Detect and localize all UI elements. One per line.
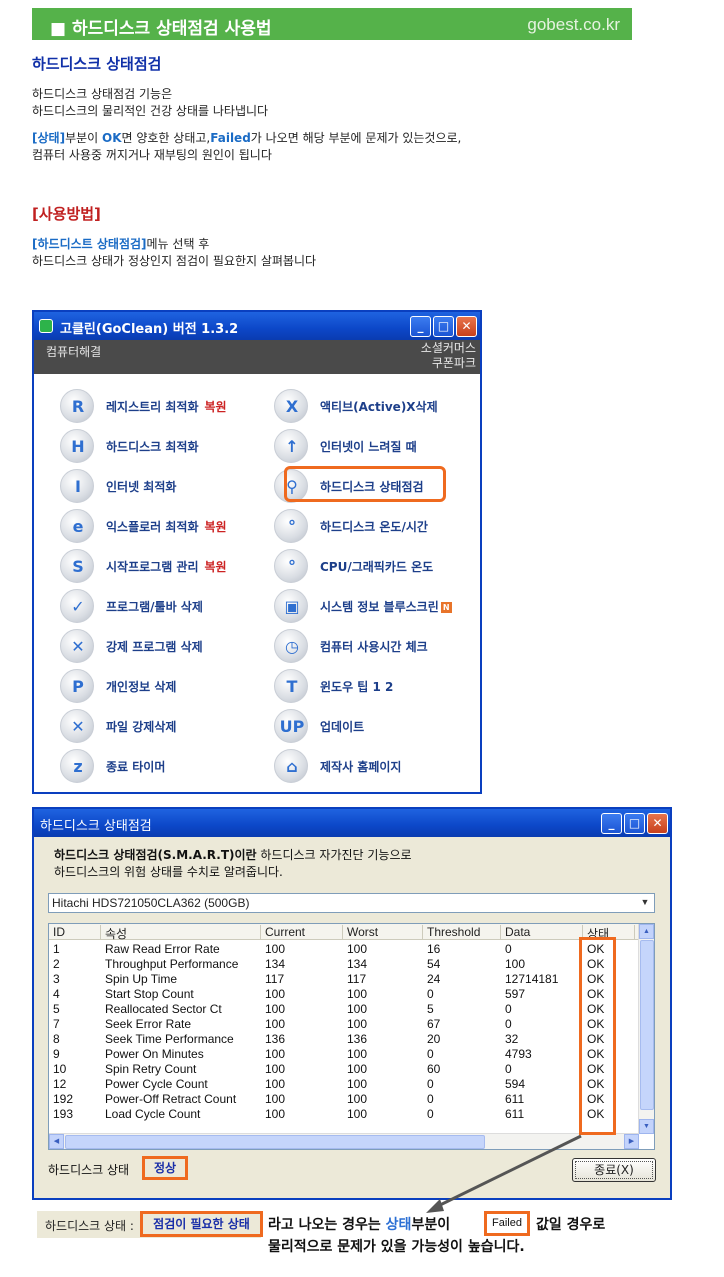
disk-status-value: 점검이 필요한 상태: [140, 1211, 263, 1237]
status-keyword: 상태: [385, 1217, 412, 1233]
failed-badge: Failed: [484, 1211, 530, 1236]
failed-status-example: 하드디스크 상태 : 점검이 필요한 상태: [37, 1211, 263, 1238]
text-fragment: 라고 나오는 경우는: [268, 1217, 386, 1233]
note-line-1-end: 값일 경우로: [536, 1217, 606, 1233]
pointer-arrow: [426, 1134, 582, 1213]
note-line-2: 물리적으로 문제가 있을 가능성이 높습니다.: [268, 1239, 525, 1255]
text-fragment: 부분이: [411, 1217, 451, 1233]
note-line-1: 라고 나오는 경우는 상태부분이: [268, 1214, 450, 1234]
disk-status-label: 하드디스크 상태 :: [45, 1219, 134, 1233]
